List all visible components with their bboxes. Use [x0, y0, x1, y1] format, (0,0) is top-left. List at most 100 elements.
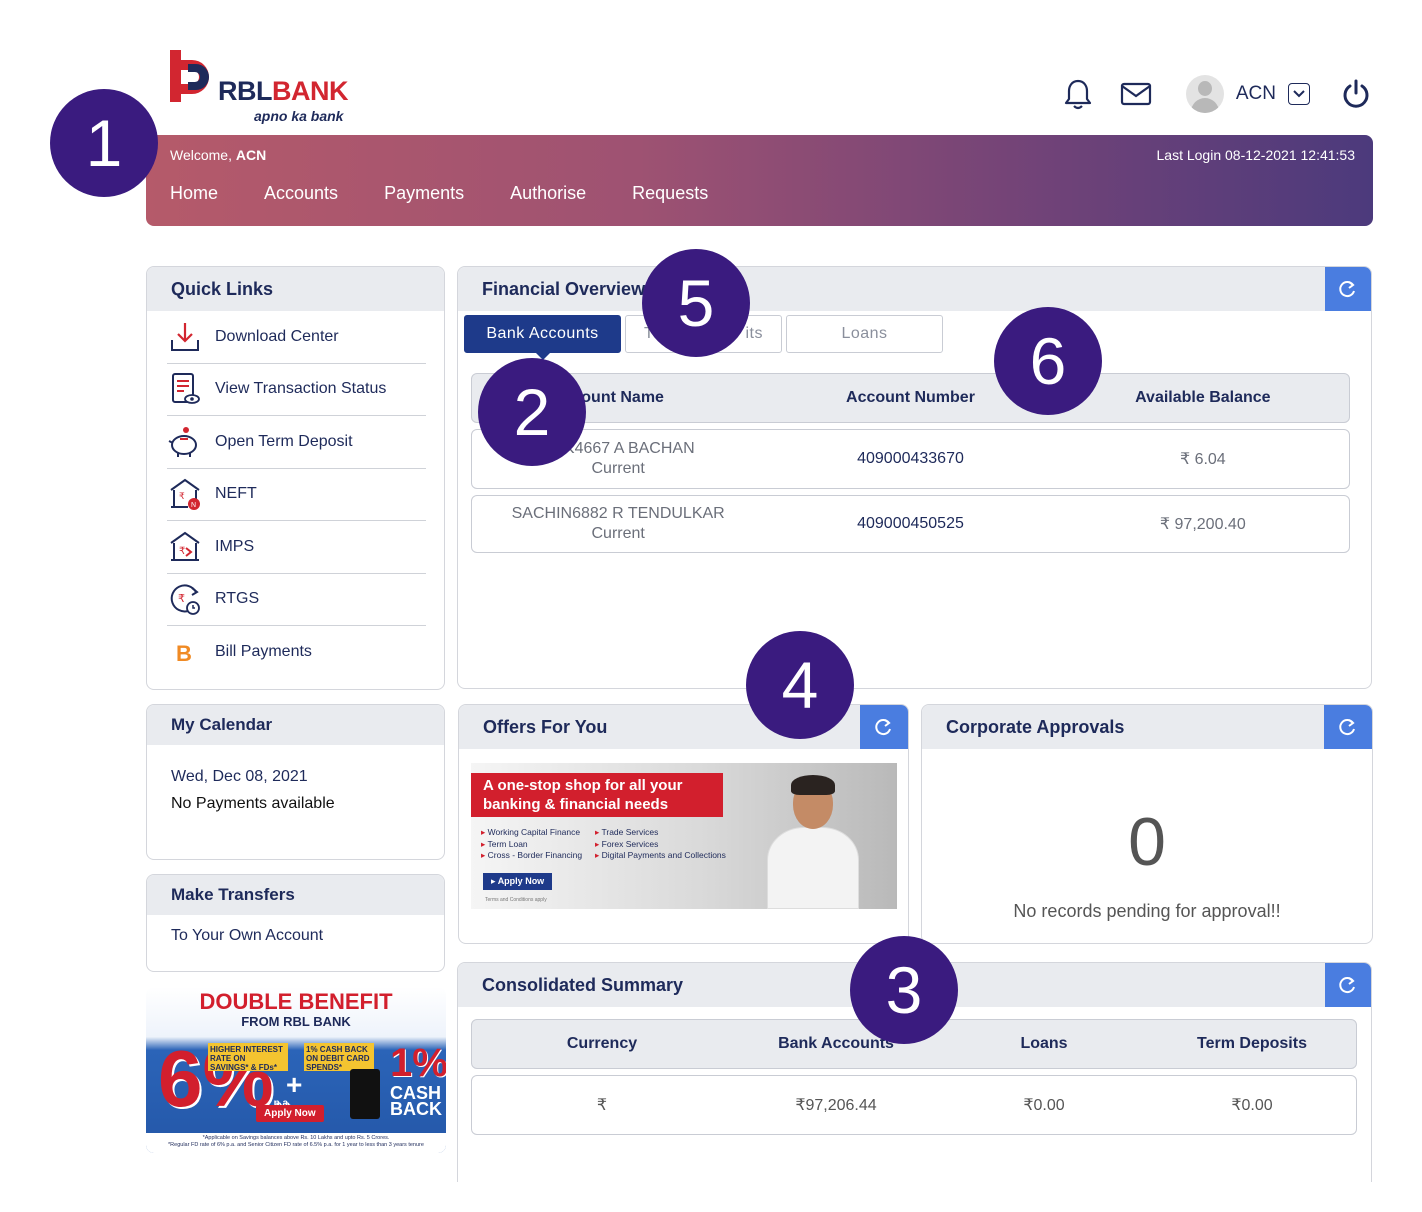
bell-icon[interactable]	[1062, 78, 1094, 110]
col-loans: Loans	[1020, 1035, 1068, 1052]
offer-headline-1: A one-stop shop for all your	[483, 777, 683, 794]
svg-text:₹: ₹	[179, 546, 185, 557]
quick-link-bill-payments[interactable]: B Bill Payments	[167, 626, 426, 679]
tab-loans[interactable]: Loans	[786, 315, 943, 353]
last-login: Last Login 08-12-2021 12:41:53	[1156, 147, 1356, 163]
avatar-shoulders	[1190, 98, 1219, 113]
user-name[interactable]: ACN	[1236, 83, 1276, 105]
quick-link-download-center[interactable]: Download Center	[167, 311, 426, 364]
imps-icon: ₹	[167, 529, 203, 565]
promo-fine-1: *Applicable on Savings balances above Rs…	[202, 1135, 390, 1141]
quick-link-view-transaction-status[interactable]: View Transaction Status	[167, 364, 426, 416]
svg-text:₹: ₹	[179, 491, 185, 501]
make-transfers-card: Make Transfers To Your Own Account	[146, 874, 445, 972]
my-calendar-card: My Calendar Wed, Dec 08, 2021 No Payment…	[146, 704, 445, 860]
promo-apply-button[interactable]: Apply Now	[256, 1105, 324, 1122]
promo-fine-2: *Regular FD rate of 6% p.a. and Senior C…	[168, 1142, 424, 1148]
quick-link-label: Open Term Deposit	[215, 432, 353, 450]
consolidated-summary-title: Consolidated Summary	[482, 974, 684, 995]
account-number: 409000450525	[857, 515, 964, 532]
financial-overview-title: Financial Overview	[482, 278, 646, 299]
offer-banner[interactable]: A one-stop shop for all your banking & f…	[471, 763, 897, 909]
account-number: 409000433670	[857, 450, 964, 467]
quick-link-imps[interactable]: ₹ IMPS	[167, 521, 426, 574]
offer-list-item: ▸ Working Capital Finance	[481, 827, 581, 837]
quick-link-rtgs[interactable]: ₹ RTGS	[167, 574, 426, 626]
quick-link-open-term-deposit[interactable]: Open Term Deposit	[167, 416, 426, 469]
nav-requests[interactable]: Requests	[632, 183, 708, 204]
offer-list-item-text: Working Capital Finance	[487, 827, 581, 837]
svg-text:₹: ₹	[178, 593, 185, 605]
offer-list-item-text: Digital Payments and Collections	[601, 850, 726, 860]
refresh-icon[interactable]	[1325, 267, 1371, 311]
offer-headline: A one-stop shop for all your banking & f…	[471, 773, 723, 817]
nav-home[interactable]: Home	[170, 183, 218, 204]
promo-badge-interest: HIGHER INTEREST RATE ON SAVINGS* & FDs*	[208, 1043, 288, 1072]
offer-list-item-text: Trade Services	[601, 827, 659, 837]
nav-payments[interactable]: Payments	[384, 183, 464, 204]
table-row[interactable]: ₹ ₹97,206.44 ₹0.00 ₹0.00	[471, 1075, 1357, 1135]
welcome-user: ACN	[235, 147, 267, 163]
svg-text:B: B	[176, 641, 192, 666]
promo-banner[interactable]: DOUBLE BENEFIT FROM RBL BANK 6%p.a. HIGH…	[146, 987, 446, 1153]
offer-list-item-text: Forex Services	[601, 838, 659, 849]
summary-currency: ₹	[596, 1097, 608, 1114]
offer-apply-button[interactable]: ▸ Apply Now	[483, 873, 553, 890]
nav-accounts[interactable]: Accounts	[264, 183, 338, 204]
offer-person-image	[763, 767, 863, 909]
pending-approvals-message: No records pending for approval!!	[1013, 901, 1281, 921]
nav-menu: Home Accounts Payments Authorise Request…	[170, 183, 754, 204]
summary-loans: ₹0.00	[1023, 1097, 1065, 1114]
quick-link-neft[interactable]: ₹ N NEFT	[167, 469, 426, 521]
refresh-icon[interactable]	[1324, 705, 1372, 749]
col-available-balance: Available Balance	[1135, 389, 1271, 406]
debit-card-image	[350, 1069, 380, 1119]
power-icon[interactable]	[1340, 78, 1372, 110]
table-row[interactable]: SACHIN6882 R TENDULKAR Current 409000450…	[471, 495, 1350, 553]
account-balance: ₹ 6.04	[1179, 451, 1226, 468]
financial-overview-card: Financial Overview Bank Accounts T its L…	[457, 266, 1372, 689]
annotation-marker-5: 5	[642, 249, 750, 357]
col-currency: Currency	[566, 1035, 638, 1052]
quick-link-label: View Transaction Status	[215, 380, 387, 398]
welcome-message: Welcome, ACN	[170, 147, 266, 163]
mail-icon[interactable]	[1120, 78, 1152, 110]
promo-badge-cashback: 1% CASH BACK ON DEBIT CARD SPENDS*	[304, 1043, 374, 1072]
refresh-icon[interactable]	[860, 705, 908, 749]
table-row[interactable]: HEK4667 A BACHAN Current 409000433670 ₹ …	[471, 429, 1350, 489]
account-name-cell: SACHIN6882 R TENDULKAR Current	[472, 504, 764, 544]
promo-cash-label-2: BACK	[390, 1099, 442, 1119]
transfer-own-account-link[interactable]: To Your Own Account	[171, 927, 323, 944]
brand-name: RBLBANK	[218, 76, 349, 107]
avatar[interactable]	[1185, 75, 1224, 113]
tab-bank-accounts[interactable]: Bank Accounts	[464, 315, 621, 360]
offer-headline-2: banking & financial needs	[483, 796, 669, 813]
rbl-bank-logo[interactable]: RBLBANK apno ka bank	[168, 50, 358, 125]
offer-list-item-text: Term Loan	[487, 838, 528, 849]
rbl-logo-mark-icon	[170, 50, 209, 102]
calendar-message: No Payments available	[171, 795, 335, 812]
promo-fine-print: *Applicable on Savings balances above Rs…	[146, 1133, 446, 1153]
calendar-date: Wed, Dec 08, 2021	[171, 768, 308, 785]
person-shirt	[767, 827, 859, 909]
my-calendar-title: My Calendar	[147, 705, 444, 745]
offer-list-right: ▸ Trade Services ▸ Forex Services ▸ Digi…	[595, 827, 726, 862]
promo-plus: +	[286, 1069, 303, 1100]
chevron-down-icon[interactable]	[1288, 83, 1310, 105]
corporate-approvals-header: Corporate Approvals	[922, 705, 1372, 749]
nav-authorise[interactable]: Authorise	[510, 183, 586, 204]
welcome-prefix: Welcome,	[170, 147, 232, 163]
offer-list-item-text: Cross - Border Financing	[487, 850, 583, 860]
annotation-marker-1: 1	[50, 89, 158, 197]
offer-terms: Terms and Conditions apply	[485, 897, 547, 903]
piggy-bank-icon	[167, 424, 203, 460]
bill-payments-icon: B	[167, 634, 203, 670]
corporate-approvals-title: Corporate Approvals	[946, 716, 1125, 737]
person-hair	[791, 775, 835, 795]
quick-links-list: Download Center View Transaction Status …	[147, 311, 444, 679]
account-type: Current	[591, 525, 645, 542]
account-balance: ₹ 97,200.40	[1159, 516, 1246, 533]
offer-list-item: ▸ Term Loan	[481, 838, 528, 849]
refresh-icon[interactable]	[1325, 963, 1371, 1007]
promo-subhead: FROM RBL BANK	[241, 1014, 351, 1029]
